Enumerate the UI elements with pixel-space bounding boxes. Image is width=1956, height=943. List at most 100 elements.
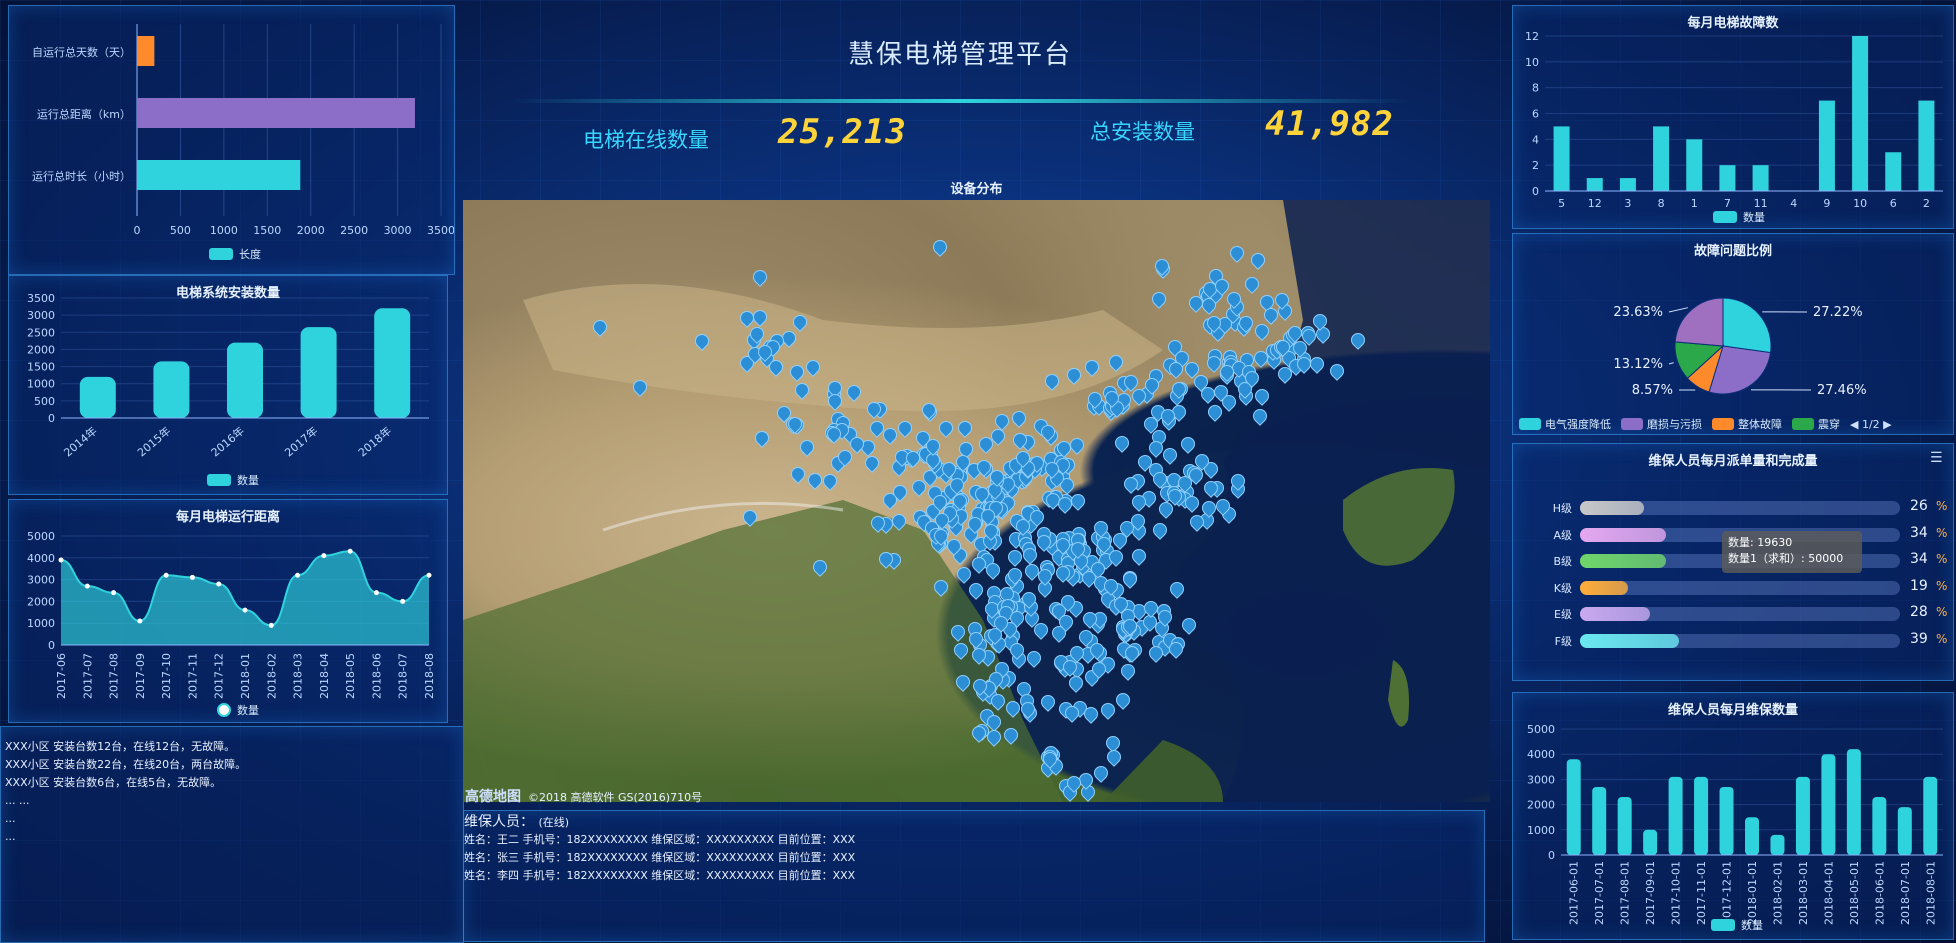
- online-count-label: 电梯在线数量: [583, 128, 709, 152]
- x-tick-label: 2: [1923, 197, 1930, 210]
- data-point: [268, 622, 274, 628]
- legend-pager[interactable]: ◀ 1/2 ▶: [1850, 418, 1892, 431]
- y-tick-label: 1000: [27, 378, 55, 391]
- next-page-icon[interactable]: ▶: [1883, 418, 1891, 431]
- run-stats-legend[interactable]: 长度: [209, 246, 261, 262]
- x-tick-label: 2017-07-01: [1593, 861, 1606, 925]
- x-tick-label: 10: [1853, 197, 1867, 210]
- bar: [1694, 776, 1709, 855]
- pie-slice: [1722, 297, 1772, 354]
- dispatch-track: [1580, 633, 1900, 648]
- y-tick-label: 0: [48, 639, 55, 652]
- y-tick-label: 2000: [1527, 799, 1555, 812]
- map-title: 设备分布: [950, 182, 1003, 197]
- device-map[interactable]: [463, 200, 1490, 802]
- bar: [1897, 807, 1912, 855]
- staff-row: 姓名：李四 手机号：182XXXXXXXX 维保区域：XXXXXXXXX 目前位…: [464, 869, 856, 882]
- dispatch-bar: [1580, 580, 1628, 595]
- bar: [1719, 786, 1734, 855]
- x-tick-label: 12: [1588, 197, 1602, 210]
- legend-label: 电气强度降低: [1545, 418, 1611, 431]
- bar: [1885, 152, 1902, 191]
- x-tick-label: 2017年: [282, 424, 321, 460]
- x-tick-label: 6: [1890, 197, 1897, 210]
- y-tick-label: 0: [48, 412, 55, 425]
- pie-label: 27.22%: [1813, 305, 1863, 320]
- x-tick-label: 4: [1790, 197, 1797, 210]
- legend-label: 震穿: [1818, 418, 1840, 431]
- notice-item: XXX小区 安装台数12台，在线12台，无故障。: [5, 740, 236, 753]
- legend-label: 长度: [239, 248, 261, 261]
- prev-page-icon[interactable]: ◀: [1850, 418, 1858, 431]
- bar: [1770, 834, 1785, 855]
- maintenance-legend[interactable]: 数量: [1711, 917, 1763, 933]
- bar: [1918, 100, 1935, 191]
- y-tick-label: 2500: [27, 326, 55, 339]
- dispatch-track: [1580, 501, 1900, 515]
- staff-panel: 维保人员： (在线) 姓名：王二 手机号：182XXXXXXXX 维保区域：XX…: [463, 810, 1485, 942]
- x-tick-label: 2000: [297, 224, 325, 237]
- x-tick-label: 1: [1691, 197, 1698, 210]
- x-tick-label: 2017-06: [55, 653, 68, 699]
- x-tick-label: 2017-06-01: [1568, 861, 1581, 925]
- x-tick-label: 2018-06: [370, 653, 383, 699]
- y-tick-label: 0: [1532, 185, 1539, 198]
- dispatch-level-label: H级: [1552, 502, 1572, 515]
- dispatch-row[interactable]: H级 26 %: [1540, 498, 1947, 518]
- dispatch-pct: %: [1936, 631, 1948, 646]
- run-stats-chart: 0 500 1000 1500 2000 2500 3000 3500 自运行总天数（天） 运行总…: [32, 24, 455, 237]
- area-fill: [61, 551, 429, 645]
- staff-row: 姓名：王二 手机号：182XXXXXXXX 维保区域：XXXXXXXXX 目前位…: [464, 833, 856, 846]
- legend-dot-icon: [217, 703, 231, 717]
- notice-item: XXX小区 安装台数22台，在线20台，两台故障。: [5, 758, 247, 771]
- distance-legend[interactable]: 数量: [217, 702, 259, 718]
- pie-label: 13.12%: [1613, 357, 1663, 372]
- y-tick-label: 4: [1532, 133, 1539, 146]
- x-tick-label: 1500: [253, 224, 281, 237]
- bar: [137, 36, 155, 66]
- dispatch-row[interactable]: E级 28 %: [1540, 604, 1947, 624]
- x-tick-label: 8: [1658, 197, 1665, 210]
- legend-swatch: [209, 248, 233, 260]
- legend-item[interactable]: 震穿: [1792, 416, 1840, 432]
- legend-item[interactable]: 整体故障: [1712, 416, 1782, 432]
- x-tick-label: 2018-02: [265, 653, 278, 699]
- dispatch-level-label: F级: [1554, 634, 1572, 648]
- x-tick-label: 2018-08-01: [1924, 861, 1937, 925]
- x-tick-label: 2017-10-01: [1670, 861, 1683, 925]
- notice-panel: XXX小区 安装台数12台，在线12台，无故障。 XXX小区 安装台数22台，在线…: [0, 726, 464, 943]
- bar: [1686, 139, 1703, 191]
- install-legend[interactable]: 数量: [207, 472, 259, 488]
- staff-heading: 维保人员： (在线): [464, 811, 569, 831]
- x-tick-label: 2017-11: [186, 653, 199, 699]
- x-tick-label: 2018-01-01: [1746, 861, 1759, 925]
- x-tick-label: 2017-12-01: [1721, 861, 1734, 925]
- dispatch-row[interactable]: F级 39 %: [1540, 631, 1947, 651]
- legend-item[interactable]: 磨损与污损: [1621, 416, 1702, 432]
- data-point: [321, 553, 327, 559]
- dispatch-row[interactable]: K级 19 %: [1540, 578, 1947, 598]
- x-tick-label: 2017-10: [160, 653, 173, 699]
- x-tick-label: 2018-07: [397, 653, 410, 699]
- fault-ratio-pie: 27.22% 27.46% 8.57% 13.12% 23.63%: [1613, 297, 1867, 398]
- x-tick-label: 2017-09: [134, 653, 147, 699]
- legend-item[interactable]: 电气强度降低: [1519, 416, 1611, 432]
- maintenance-panel: 维保人员每月维保数量 0 1000 2000 3000 4000 5000 2017-06-…: [1512, 692, 1954, 940]
- menu-icon[interactable]: ☰: [1930, 450, 1943, 466]
- maintenance-chart: 0 1000 2000 3000 4000 5000 2017-06-01 2017-07-0…: [1527, 723, 1943, 925]
- x-tick-label: 2018-04: [318, 653, 331, 699]
- legend-label: 数量: [237, 474, 259, 487]
- staff-list: 姓名：王二 手机号：182XXXXXXXX 维保区域：XXXXXXXXX 目前位…: [464, 831, 855, 885]
- legend-label: 整体故障: [1738, 418, 1782, 431]
- bar: [1668, 776, 1683, 855]
- fault-monthly-legend[interactable]: 数量: [1713, 209, 1765, 225]
- bar: [1846, 749, 1861, 855]
- bar: [153, 361, 190, 418]
- legend-label: 数量: [1741, 919, 1763, 932]
- install-panel: 电梯系统安装数量 0 500 1000 1500 2000 2500 3000 3500 201…: [8, 275, 448, 495]
- dispatch-level-label: E级: [1554, 608, 1572, 621]
- tooltip-line-1: 数量: 19630: [1728, 536, 1793, 549]
- dispatch-value: 28: [1910, 604, 1928, 620]
- data-point: [189, 574, 195, 580]
- x-tick-label: 2018-07-01: [1899, 861, 1912, 925]
